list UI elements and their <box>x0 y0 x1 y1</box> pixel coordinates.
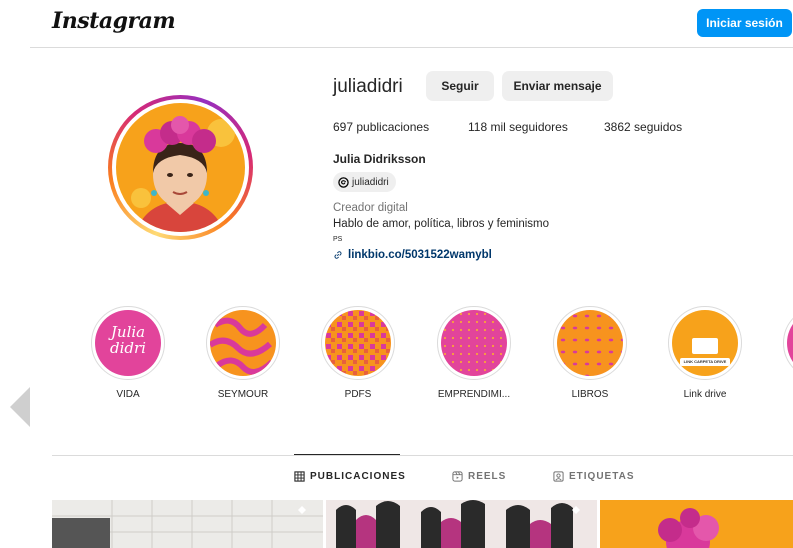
highlight-label: EMPRENDIMI... <box>437 389 511 400</box>
highlight-image <box>557 310 623 376</box>
tab-reels[interactable]: REELS <box>452 471 506 482</box>
login-button[interactable]: Iniciar sesión <box>697 9 792 37</box>
highlight-vida[interactable]: Julia didri VIDA <box>88 306 168 400</box>
highlight-label: LIBROS <box>571 389 609 400</box>
bio-ps: PS <box>333 236 343 243</box>
highlight-image <box>441 310 507 376</box>
instagram-logo[interactable]: Instagram <box>52 8 176 34</box>
posts-count: 697 publicaciones <box>333 120 430 134</box>
highlight-seymour[interactable]: SEYMOUR <box>203 306 283 400</box>
threads-handle: juliadidri <box>352 176 389 188</box>
highlight-emprendimientos[interactable]: EMPRENDIMI... <box>434 306 514 400</box>
profile-category: Creador digital <box>333 202 408 214</box>
avatar <box>116 103 245 232</box>
send-message-button[interactable]: Enviar mensaje <box>502 71 613 101</box>
grid-icon <box>294 471 305 482</box>
highlight-label: Link drive <box>683 389 727 400</box>
followers-link[interactable]: 118 mil seguidores <box>468 120 568 134</box>
top-bar: Instagram Iniciar sesión <box>0 0 793 48</box>
link-icon <box>334 251 342 259</box>
tagged-icon <box>553 471 564 482</box>
highlight-pdfs[interactable]: PDFS <box>318 306 398 400</box>
post-thumbnail[interactable] <box>600 500 793 548</box>
post-thumbnail[interactable] <box>52 500 323 548</box>
highlight-label: SEYMOUR <box>217 389 269 400</box>
tabs-divider <box>52 455 793 456</box>
highlight-partial[interactable] <box>780 306 793 380</box>
profile-username: juliadidri <box>333 76 403 97</box>
threads-badge[interactable]: juliadidri <box>333 172 396 192</box>
profile-full-name: Julia Didriksson <box>333 152 426 166</box>
tab-publicaciones[interactable]: PUBLICACIONES <box>294 471 406 482</box>
highlight-image <box>210 310 276 376</box>
bio-link-text: linkbio.co/5031522wamybl <box>348 249 492 261</box>
reels-icon <box>452 471 463 482</box>
highlight-image: LINK CARPETA DRIVE <box>672 310 738 376</box>
post-thumbnail[interactable] <box>326 500 597 548</box>
follow-button[interactable]: Seguir <box>426 71 494 101</box>
threads-icon <box>338 176 349 188</box>
highlight-image: Julia didri <box>95 310 161 376</box>
active-tab-indicator <box>294 454 400 455</box>
following-link[interactable]: 3862 seguidos <box>604 120 682 134</box>
profile-avatar-ring[interactable] <box>108 95 253 240</box>
highlight-label: VIDA <box>116 389 140 400</box>
highlights-prev-arrow[interactable] <box>10 387 30 427</box>
highlight-label: PDFS <box>344 389 372 400</box>
bio-link[interactable]: linkbio.co/5031522wamybl <box>333 249 492 261</box>
tab-etiquetas[interactable]: ETIQUETAS <box>553 471 634 482</box>
highlight-link-drive[interactable]: LINK CARPETA DRIVE Link drive <box>665 306 745 400</box>
highlight-image <box>325 310 391 376</box>
profile-bio: Hablo de amor, política, libros y femini… <box>333 218 550 230</box>
header-divider <box>30 47 793 48</box>
highlight-libros[interactable]: LIBROS <box>550 306 630 400</box>
